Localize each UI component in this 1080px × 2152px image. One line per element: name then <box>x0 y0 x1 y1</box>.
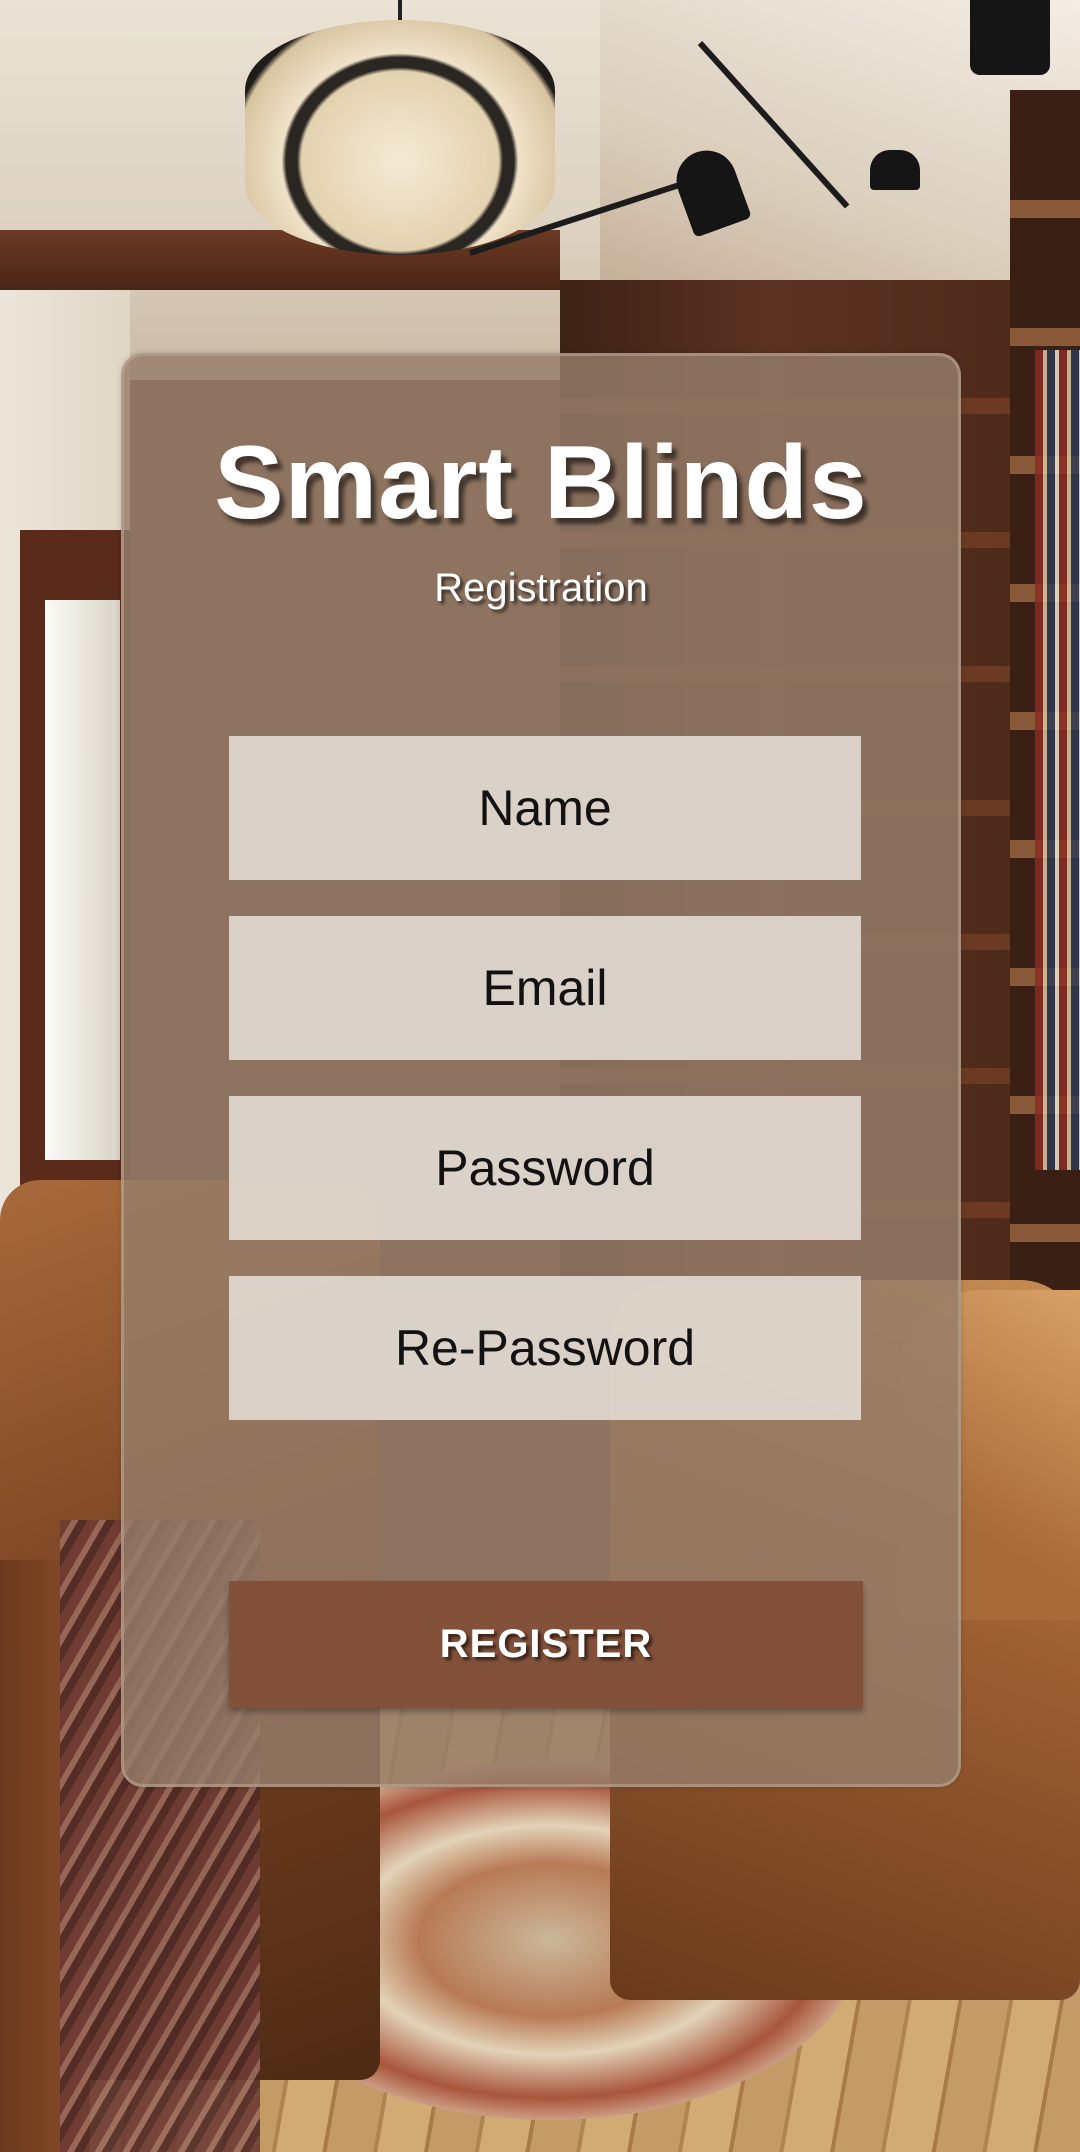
bg-window-glass <box>45 600 120 1160</box>
page-subtitle: Registration <box>434 566 648 610</box>
registration-screen: Smart Blinds Registration REGISTER <box>0 0 1080 2152</box>
name-input[interactable] <box>229 736 861 880</box>
password-input[interactable] <box>229 1096 861 1240</box>
email-input[interactable] <box>229 916 861 1060</box>
bg-wall-lamp-shade <box>970 0 1050 75</box>
bg-wall-lamp-shade <box>870 150 920 190</box>
repassword-input[interactable] <box>229 1276 861 1420</box>
bg-books <box>1035 350 1080 1170</box>
bg-chandelier <box>245 20 555 255</box>
app-title: Smart Blinds <box>214 425 868 541</box>
registration-card: Smart Blinds Registration REGISTER <box>121 353 961 1787</box>
register-button[interactable]: REGISTER <box>229 1581 863 1708</box>
